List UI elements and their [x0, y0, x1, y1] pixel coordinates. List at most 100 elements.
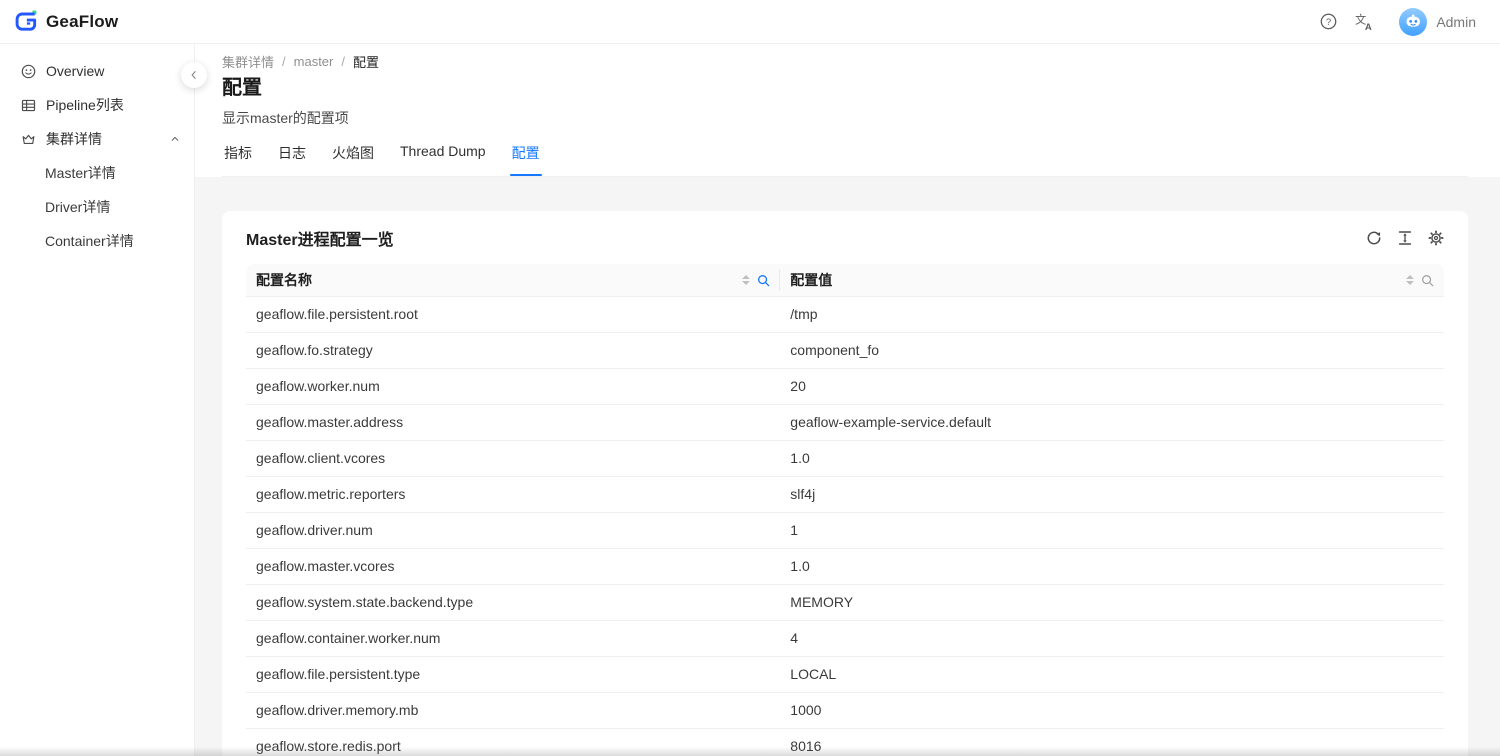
column-header-config-value[interactable]: 配置值	[780, 264, 1444, 297]
app-title: GeaFlow	[46, 12, 118, 32]
breadcrumb: 集群详情 / master / 配置	[222, 52, 1468, 70]
config-name-cell: geaflow.system.state.backend.type	[246, 585, 780, 621]
tab-bar: 指标 日志 火焰图 Thread Dump 配置	[222, 134, 1468, 177]
language-switch-icon[interactable]: 文 A	[1355, 13, 1373, 31]
table-row: geaflow.file.persistent.type LOCAL	[246, 657, 1444, 693]
column-search-icon[interactable]	[757, 274, 770, 287]
page-subtitle: 显示master的配置项	[222, 109, 1468, 127]
topbar: GeaFlow ? 文 A	[0, 0, 1500, 44]
svg-text:A: A	[1365, 21, 1372, 30]
content-area: Master进程配置一览	[195, 177, 1500, 756]
sidebar-submenu-cluster: Master详情 Driver详情 Container详情	[0, 156, 194, 258]
sidebar-item-container-detail[interactable]: Container详情	[0, 224, 194, 258]
column-search-icon[interactable]	[1421, 274, 1434, 287]
sidebar-item-pipeline-list[interactable]: Pipeline列表	[0, 88, 194, 122]
smile-icon	[21, 64, 36, 79]
table-row: geaflow.container.worker.num 4	[246, 621, 1444, 657]
config-name-cell: geaflow.store.redis.port	[246, 729, 780, 756]
config-value-cell: 8016	[780, 729, 1444, 756]
sidebar-item-label: 集群详情	[46, 129, 102, 149]
page-title: 配置	[222, 75, 1468, 101]
table-row: geaflow.client.vcores 1.0	[246, 441, 1444, 477]
table-row: geaflow.worker.num 20	[246, 369, 1444, 405]
sidebar-item-label: Overview	[46, 63, 104, 79]
table-row: geaflow.store.redis.port 8016	[246, 729, 1444, 756]
config-value-cell: 1000	[780, 693, 1444, 729]
config-name-cell: geaflow.master.vcores	[246, 549, 780, 585]
config-value-cell: 1	[780, 513, 1444, 549]
config-value-cell: 20	[780, 369, 1444, 405]
config-name-cell: geaflow.container.worker.num	[246, 621, 780, 657]
avatar	[1399, 8, 1427, 36]
config-name-cell: geaflow.file.persistent.type	[246, 657, 780, 693]
sidebar: Overview Pipeline列表 集群详情	[0, 44, 195, 756]
breadcrumb-item-master[interactable]: master	[294, 54, 334, 69]
user-name: Admin	[1436, 14, 1476, 30]
config-value-cell: LOCAL	[780, 657, 1444, 693]
table-row: geaflow.driver.num 1	[246, 513, 1444, 549]
config-value-cell: MEMORY	[780, 585, 1444, 621]
config-value-cell: 1.0	[780, 441, 1444, 477]
chevron-up-icon	[170, 134, 180, 144]
table-header-row: 配置名称	[246, 264, 1444, 297]
reload-icon[interactable]	[1366, 230, 1382, 246]
config-name-cell: geaflow.driver.memory.mb	[246, 693, 780, 729]
config-name-cell: geaflow.master.address	[246, 405, 780, 441]
column-label: 配置值	[790, 270, 832, 290]
card-title: Master进程配置一览	[246, 226, 394, 250]
sidebar-menu: Overview Pipeline列表 集群详情	[0, 54, 194, 258]
config-value-cell: 4	[780, 621, 1444, 657]
sidebar-collapse-button[interactable]	[181, 62, 207, 88]
config-name-cell: geaflow.client.vcores	[246, 441, 780, 477]
config-name-cell: geaflow.worker.num	[246, 369, 780, 405]
config-name-cell: geaflow.file.persistent.root	[246, 297, 780, 333]
geaflow-logo-icon	[14, 9, 39, 34]
config-table-body: geaflow.file.persistent.root /tmp geaflo…	[246, 297, 1444, 756]
table-row: geaflow.fo.strategy component_fo	[246, 333, 1444, 369]
column-header-config-name[interactable]: 配置名称	[246, 264, 780, 297]
config-table-card: Master进程配置一览	[222, 211, 1468, 756]
config-value-cell: component_fo	[780, 333, 1444, 369]
density-icon[interactable]	[1397, 230, 1413, 246]
sort-icon[interactable]	[742, 275, 750, 285]
tab-thread-dump[interactable]: Thread Dump	[398, 134, 488, 176]
svg-text:?: ?	[1326, 17, 1331, 28]
sort-icon[interactable]	[1406, 275, 1414, 285]
column-label: 配置名称	[256, 270, 312, 290]
user-menu[interactable]: Admin	[1399, 8, 1476, 36]
page-header: 集群详情 / master / 配置 配置 显示master的配置项 指标 日志…	[195, 44, 1500, 177]
sidebar-item-cluster-detail[interactable]: 集群详情	[0, 122, 194, 156]
breadcrumb-item-cluster[interactable]: 集群详情	[222, 52, 274, 71]
sidebar-item-label: Pipeline列表	[46, 95, 124, 115]
column-settings-icon[interactable]	[1428, 230, 1444, 246]
config-value-cell: /tmp	[780, 297, 1444, 333]
sidebar-item-master-detail[interactable]: Master详情	[0, 156, 194, 190]
table-row: geaflow.master.address geaflow-example-s…	[246, 405, 1444, 441]
breadcrumb-separator: /	[282, 54, 286, 69]
breadcrumb-separator: /	[341, 54, 345, 69]
table-row: geaflow.metric.reporters slf4j	[246, 477, 1444, 513]
help-icon[interactable]: ?	[1320, 13, 1337, 30]
card-header: Master进程配置一览	[222, 211, 1468, 264]
tab-config[interactable]: 配置	[510, 134, 542, 176]
config-value-cell: geaflow-example-service.default	[780, 405, 1444, 441]
table-row: geaflow.system.state.backend.type MEMORY	[246, 585, 1444, 621]
sidebar-item-overview[interactable]: Overview	[0, 54, 194, 88]
table-icon	[21, 98, 36, 113]
sidebar-item-driver-detail[interactable]: Driver详情	[0, 190, 194, 224]
config-value-cell: 1.0	[780, 549, 1444, 585]
config-name-cell: geaflow.fo.strategy	[246, 333, 780, 369]
config-value-cell: slf4j	[780, 477, 1444, 513]
table-row: geaflow.file.persistent.root /tmp	[246, 297, 1444, 333]
app-logo[interactable]: GeaFlow	[14, 9, 118, 34]
sidebar-item-label: Master详情	[45, 163, 116, 183]
tab-flame-graph[interactable]: 火焰图	[330, 134, 376, 176]
tab-logs[interactable]: 日志	[276, 134, 308, 176]
main-area: 集群详情 / master / 配置 配置 显示master的配置项 指标 日志…	[195, 44, 1500, 756]
crown-icon	[21, 132, 36, 147]
breadcrumb-item-config: 配置	[353, 52, 379, 71]
table-toolbar	[1366, 230, 1444, 246]
sidebar-item-label: Container详情	[45, 231, 134, 251]
table-row: geaflow.driver.memory.mb 1000	[246, 693, 1444, 729]
tab-metrics[interactable]: 指标	[222, 134, 254, 176]
